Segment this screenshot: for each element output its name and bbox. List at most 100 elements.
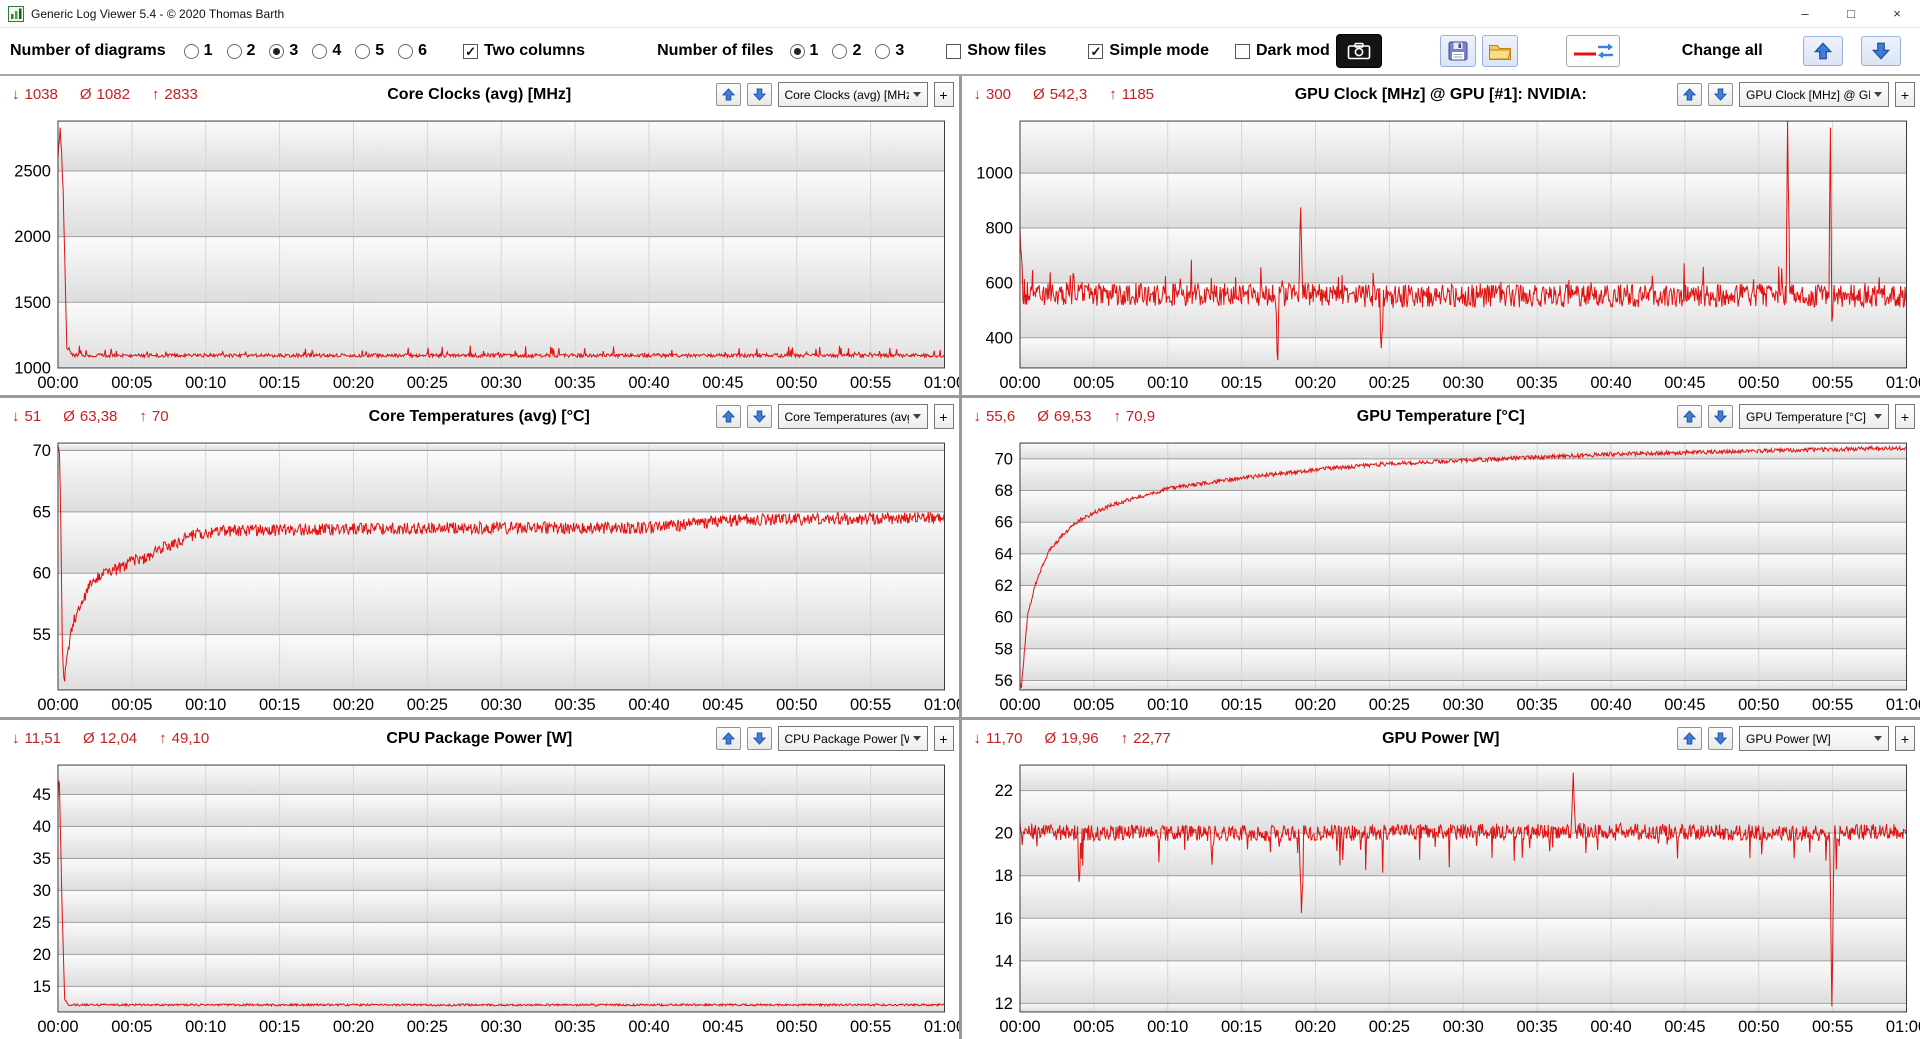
chevron-down-icon [912, 736, 921, 741]
diagrams-option-6[interactable]: 6 [398, 42, 427, 60]
checkbox-icon [463, 43, 479, 59]
save-button[interactable] [1439, 35, 1476, 67]
svg-text:00:25: 00:25 [407, 1018, 448, 1036]
files-option-2[interactable]: 2 [832, 42, 861, 60]
close-button[interactable]: × [1874, 0, 1920, 28]
metric-select-value: GPU Temperature [°C] [1746, 409, 1866, 424]
metric-select[interactable]: GPU Clock [MHz] @ GPU [1739, 82, 1889, 107]
radio-icon [355, 43, 371, 59]
move-chart-up-button[interactable] [1677, 83, 1702, 106]
move-chart-down-button[interactable] [746, 727, 772, 750]
stat-min-value: 55,6 [986, 408, 1016, 425]
svg-text:18: 18 [994, 867, 1012, 885]
svg-text:00:35: 00:35 [554, 1018, 595, 1036]
stat-max-value: 70,9 [1125, 408, 1156, 425]
move-chart-up-button[interactable] [1677, 727, 1702, 750]
dark-mode-checkbox[interactable]: Dark mod [1234, 42, 1330, 60]
metric-select[interactable]: Core Temperatures (avg) [777, 404, 928, 429]
move-chart-down-button[interactable] [746, 405, 772, 428]
stat-avg: Ø 69,53 [1037, 408, 1091, 425]
chevron-down-icon [1874, 736, 1882, 741]
down-arrow-icon [1714, 732, 1727, 745]
svg-text:1500: 1500 [14, 294, 51, 312]
avg-icon: Ø [79, 86, 92, 103]
add-metric-button[interactable]: + [933, 82, 954, 107]
move-chart-up-button[interactable] [715, 727, 741, 750]
stat-min: ↓ 300 [974, 86, 1012, 103]
move-chart-down-button[interactable] [1708, 405, 1733, 428]
min-arrow-icon: ↓ [973, 408, 982, 425]
svg-text:00:10: 00:10 [185, 374, 226, 392]
diagrams-option-5[interactable]: 5 [355, 42, 384, 60]
svg-text:00:00: 00:00 [37, 1018, 78, 1036]
minimize-button[interactable]: – [1782, 0, 1828, 28]
checkbox-label: Show files [967, 42, 1047, 59]
files-option-1[interactable]: 1 [789, 42, 818, 60]
svg-text:30: 30 [33, 882, 51, 900]
add-metric-button[interactable]: + [933, 404, 954, 429]
down-arrow-icon [1714, 88, 1727, 101]
diagrams-option-4[interactable]: 4 [312, 42, 341, 60]
min-arrow-icon: ↓ [973, 730, 982, 747]
show-files-checkbox[interactable]: Show files [946, 42, 1046, 60]
chart-title: GPU Clock [MHz] @ GPU [#1]: NVIDIA: [1294, 85, 1587, 103]
add-metric-button[interactable]: + [1895, 726, 1915, 751]
svg-text:60: 60 [994, 609, 1012, 627]
svg-text:00:20: 00:20 [333, 374, 374, 392]
avg-icon: Ø [1044, 730, 1057, 747]
chart-stats: ↓ 51 Ø 63,38 ↑ 70 [12, 398, 191, 435]
chevron-down-icon [1874, 414, 1882, 419]
metric-select[interactable]: GPU Power [W] [1739, 726, 1889, 751]
svg-text:00:05: 00:05 [1073, 696, 1114, 714]
svg-text:00:20: 00:20 [333, 696, 374, 714]
svg-text:00:45: 00:45 [702, 1018, 743, 1036]
svg-text:00:10: 00:10 [1147, 696, 1188, 714]
maximize-button[interactable]: □ [1828, 0, 1874, 28]
add-metric-button[interactable]: + [1895, 82, 1915, 107]
svg-text:00:15: 00:15 [259, 374, 300, 392]
move-chart-down-button[interactable] [1708, 83, 1733, 106]
metric-select[interactable]: CPU Package Power [W] [777, 726, 928, 751]
move-chart-up-button[interactable] [715, 405, 741, 428]
files-count-label: Number of files [657, 42, 774, 59]
diagrams-option-3[interactable]: 3 [269, 42, 298, 60]
folder-icon [1488, 45, 1511, 60]
add-metric-button[interactable]: + [1895, 404, 1915, 429]
move-chart-up-button[interactable] [715, 83, 741, 106]
move-chart-up-button[interactable] [1677, 405, 1702, 428]
svg-text:00:00: 00:00 [999, 696, 1040, 714]
app-icon [8, 5, 24, 22]
toolbar: Number of diagrams 1 2 3 4 5 6 Two colum… [0, 28, 1920, 76]
svg-text:00:35: 00:35 [554, 374, 595, 392]
svg-text:70: 70 [33, 442, 51, 460]
move-chart-down-button[interactable] [1708, 727, 1733, 750]
move-chart-down-button[interactable] [746, 83, 772, 106]
max-arrow-icon: ↑ [1109, 86, 1117, 103]
screenshot-button[interactable] [1335, 34, 1382, 68]
svg-text:00:20: 00:20 [1294, 696, 1335, 714]
metric-select-value: GPU Clock [MHz] @ GPU [1746, 87, 1870, 102]
metric-select[interactable]: Core Clocks (avg) [MHz] [777, 82, 928, 107]
diagrams-option-2[interactable]: 2 [226, 42, 255, 60]
titlebar: Generic Log Viewer 5.4 - © 2020 Thomas B… [0, 0, 1920, 28]
change-all-down-button[interactable] [1860, 36, 1901, 66]
open-file-button[interactable] [1481, 35, 1518, 67]
chart-controls: Core Temperatures (avg) + [715, 398, 954, 435]
change-all-up-button[interactable] [1802, 36, 1843, 66]
max-arrow-icon: ↑ [1120, 730, 1129, 747]
radio-icon [312, 43, 328, 59]
files-option-3[interactable]: 3 [875, 42, 904, 60]
simple-mode-checkbox[interactable]: Simple mode [1088, 42, 1209, 60]
metric-select[interactable]: GPU Temperature [°C] [1739, 404, 1889, 429]
diagrams-option-1[interactable]: 1 [183, 42, 213, 60]
chart-controls: GPU Power [W] + [1677, 720, 1915, 757]
line-style-refresh-button[interactable] [1565, 35, 1620, 67]
svg-text:25: 25 [33, 914, 51, 932]
avg-icon: Ø [82, 730, 95, 747]
svg-text:00:50: 00:50 [776, 696, 817, 714]
chart-area: 55 60 65 70 00:00 00:05 00:10 00:15 00:20 00:25 00… [0, 435, 959, 717]
metric-select-value: Core Temperatures (avg) [784, 409, 909, 424]
stat-max: ↑ 22,77 [1121, 730, 1171, 747]
add-metric-button[interactable]: + [933, 726, 954, 751]
two-columns-checkbox[interactable]: Two columns [463, 42, 585, 60]
